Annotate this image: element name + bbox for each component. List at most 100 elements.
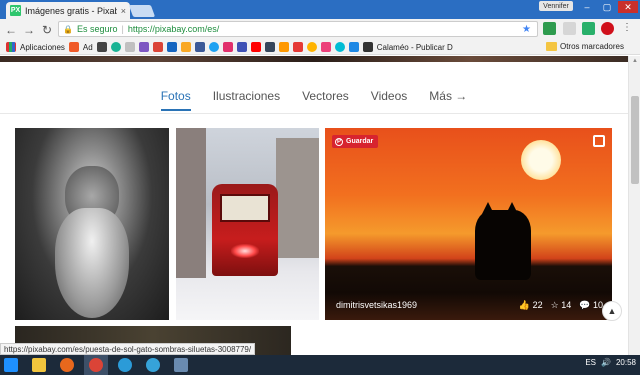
nav-photos[interactable]: Fotos [160,89,191,111]
system-tray: ES 🔊 20:58 [585,358,636,367]
bookmark-apps[interactable]: Aplicaciones [20,43,65,52]
nav-illustrations[interactable]: Ilustraciones [213,89,280,111]
bookmark-icon-6[interactable] [138,42,149,52]
new-tab-button[interactable] [128,5,156,17]
tab-title: Imágenes gratis - Pixaba [25,5,117,16]
bookmark-icon-19[interactable] [320,42,331,52]
photo-author[interactable]: dimitrisvetsikas1969 [336,300,417,310]
bookmark-icon-5[interactable] [124,42,135,52]
bookmarks-bar: Aplicaciones Ad Calaméo - Publicar D Otr… [0,40,640,55]
tumblr-icon[interactable] [264,42,275,52]
app-icon-5[interactable] [118,358,132,372]
pin-icon: P [335,137,343,146]
twitter-icon[interactable] [208,42,219,52]
bookmark-calameo[interactable]: Calaméo - Publicar D [377,43,453,52]
file-explorer-icon[interactable] [32,358,46,372]
reload-icon[interactable]: ↻ [40,23,54,37]
bookmark-icon-16[interactable] [278,42,289,52]
nav-divider [0,113,628,114]
security-label: Es seguro [76,24,118,34]
youtube-icon[interactable] [250,42,261,52]
close-window-icon[interactable]: ✕ [618,1,638,13]
instagram-icon[interactable] [222,42,233,52]
bookmark-icon-21[interactable] [348,42,359,52]
photo-cat-ear-left [481,202,495,216]
photo-tram-light [231,244,259,258]
facebook-icon[interactable] [194,42,205,52]
like-icon: 👍 [518,300,531,310]
keyboard-lang[interactable]: ES [585,358,596,367]
scrollbar-thumb[interactable] [631,96,639,184]
clock[interactable]: 20:58 [616,358,636,367]
start-icon[interactable] [4,358,18,372]
web-page: Fotos Ilustraciones Vectores Videos Más … [0,56,628,355]
media-type-nav: Fotos Ilustraciones Vectores Videos Más … [0,89,628,111]
apps-grid-icon[interactable] [6,42,16,52]
save-button[interactable]: P Guardar [332,135,379,148]
gmail-icon[interactable] [152,42,163,52]
pixabay-favicon-icon: PX [10,5,21,16]
bookmark-icon-3[interactable] [96,42,107,52]
extension-icon-1[interactable] [543,22,556,35]
hero-image-edge [0,56,628,62]
bookmark-icon-20[interactable] [334,42,345,52]
blogger-icon[interactable] [68,42,79,52]
lock-icon: 🔒 [63,24,73,34]
menu-kebab-icon[interactable]: ⋮ [622,22,632,35]
photo-stats: 👍 22 ☆ 14 💬 10 [519,300,603,311]
bookmark-icon-17[interactable] [292,42,303,52]
scroll-up-icon[interactable]: ▲ [632,58,638,64]
browser-tab[interactable]: PX Imágenes gratis - Pixaba × [6,2,130,19]
expand-icon[interactable] [593,135,605,147]
other-bookmarks[interactable]: Otros marcadores [545,42,624,51]
scroll-to-top-button[interactable]: ▲ [602,301,622,321]
address-bar[interactable]: 🔒 Es seguro | https://pixabay.com/es/ ★ [58,21,538,37]
photo-red-tram-snow[interactable] [176,128,319,320]
bookmark-star-icon[interactable]: ★ [522,24,531,35]
chrome-icon[interactable] [89,358,103,372]
calameo-icon[interactable] [362,42,373,52]
bookmark-icon-8[interactable] [166,42,177,52]
favorite-stat[interactable]: ☆ 14 [551,300,572,311]
user-profile-button[interactable]: Vennifer [539,1,573,11]
tab-close-icon[interactable]: × [121,6,126,16]
app-icon-7[interactable] [174,358,188,372]
bookmark-icon-4[interactable] [110,42,121,52]
telegram-icon[interactable] [146,358,160,372]
bookmark-icon-13[interactable] [236,42,247,52]
nav-vectors[interactable]: Vectores [302,89,349,111]
extension-icon-3[interactable] [582,22,595,35]
minimize-icon[interactable]: – [578,1,596,13]
firefox-icon[interactable] [60,358,74,372]
maximize-icon[interactable]: ▢ [598,1,616,13]
bookmark-icon-18[interactable] [306,42,317,52]
windows-taskbar: ES 🔊 20:58 [0,355,640,375]
photo-building-left [176,128,206,278]
address-separator: | [121,24,124,34]
url-text: https://pixabay.com/es/ [127,24,220,34]
star-icon: ☆ [550,300,559,310]
photo-cat-sunset[interactable]: P Guardar dimitrisvetsikas1969 👍 22 ☆ 14… [325,128,612,320]
comment-icon: 💬 [579,300,591,310]
photo-tram-window [220,194,270,222]
bookmark-ad[interactable]: Ad [83,43,93,52]
bookmark-icon-9[interactable] [180,42,191,52]
forward-icon[interactable]: → [22,23,36,37]
nav-videos[interactable]: Videos [371,89,407,111]
like-stat[interactable]: 👍 22 [519,300,543,311]
pinterest-extension-icon[interactable] [601,22,614,35]
tab-strip: PX Imágenes gratis - Pixaba × Vennifer –… [0,0,640,19]
like-count: 22 [532,300,543,310]
photo-old-man[interactable] [15,128,169,320]
photo-cat-shape [475,210,531,280]
comment-stat[interactable]: 💬 10 [579,300,603,311]
photo-cat-ear-right [505,202,519,216]
photo-ground-shape [325,266,612,320]
favorite-count: 14 [561,300,572,310]
link-status-bubble: https://pixabay.com/es/puesta-de-sol-gat… [0,343,256,355]
back-icon[interactable]: ← [4,23,18,37]
extension-icon-2[interactable] [563,22,576,35]
nav-more[interactable]: Más → [429,89,467,111]
volume-icon[interactable]: 🔊 [601,358,611,367]
vertical-scrollbar[interactable]: ▲ [628,56,640,355]
